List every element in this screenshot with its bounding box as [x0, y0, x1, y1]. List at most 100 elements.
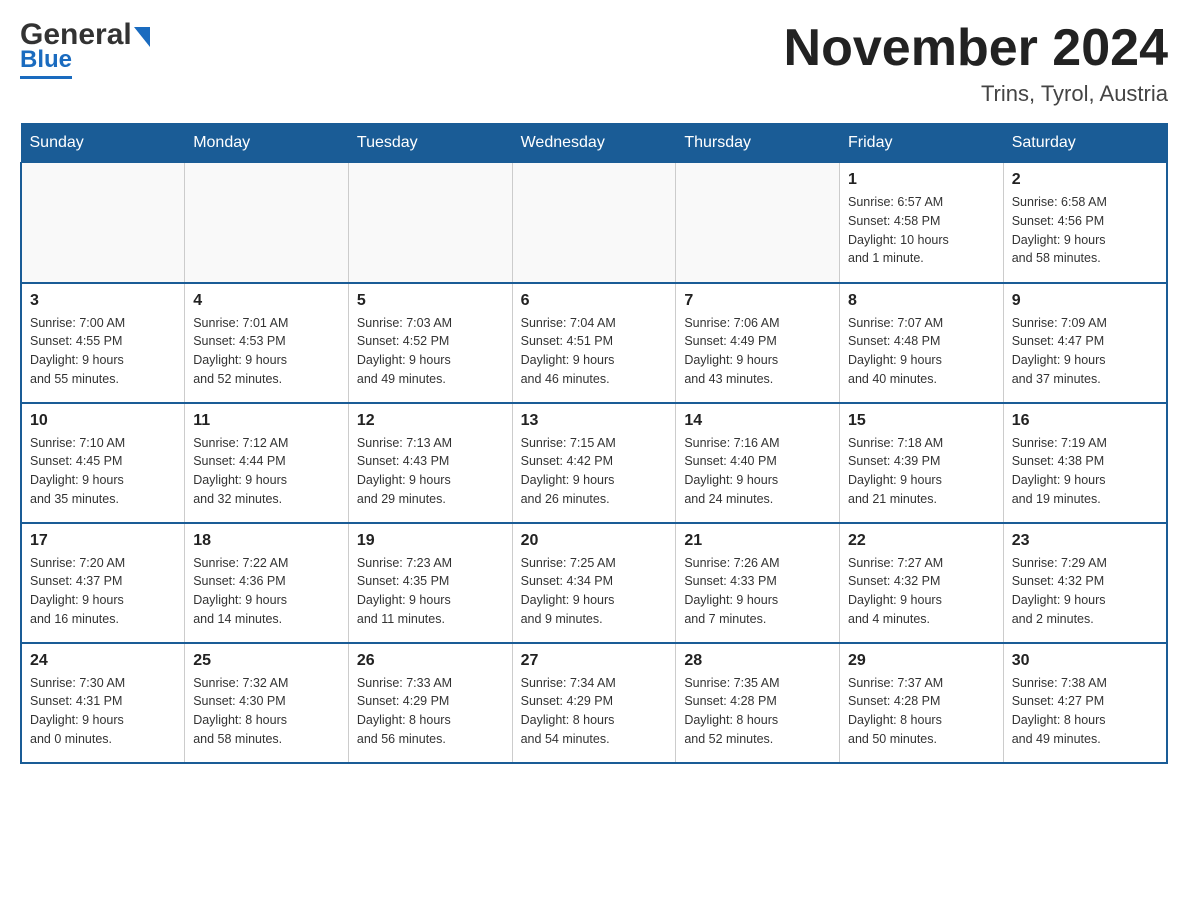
calendar-cell: [21, 163, 185, 283]
day-info: Sunrise: 7:26 AM Sunset: 4:33 PM Dayligh…: [684, 554, 831, 629]
day-info: Sunrise: 7:18 AM Sunset: 4:39 PM Dayligh…: [848, 434, 995, 509]
day-info: Sunrise: 6:58 AM Sunset: 4:56 PM Dayligh…: [1012, 193, 1158, 268]
day-number: 4: [193, 292, 340, 310]
day-number: 30: [1012, 652, 1158, 670]
calendar-cell: 24 Sunrise: 7:30 AM Sunset: 4:31 PM Dayli…: [21, 643, 185, 763]
month-title: November 2024: [784, 20, 1168, 77]
day-number: 11: [193, 412, 340, 430]
day-number: 16: [1012, 412, 1158, 430]
calendar-cell: [676, 163, 840, 283]
day-number: 28: [684, 652, 831, 670]
day-info: Sunrise: 7:19 AM Sunset: 4:38 PM Dayligh…: [1012, 434, 1158, 509]
calendar-cell: 5 Sunrise: 7:03 AM Sunset: 4:52 PM Daylig…: [348, 283, 512, 403]
day-header-thursday: Thursday: [676, 124, 840, 163]
day-number: 10: [30, 412, 176, 430]
calendar-cell: 9Sunrise: 7:09 AM Sunset: 4:47 PM Daylig…: [1003, 283, 1167, 403]
day-info: Sunrise: 7:35 AM Sunset: 4:28 PM Dayligh…: [684, 674, 831, 749]
day-number: 22: [848, 532, 995, 550]
logo: General Blue: [20, 20, 150, 79]
calendar-cell: 6 Sunrise: 7:04 AM Sunset: 4:51 PM Daylig…: [512, 283, 676, 403]
day-header-wednesday: Wednesday: [512, 124, 676, 163]
calendar-cell: 1 Sunrise: 6:57 AM Sunset: 4:58 PM Daylig…: [840, 163, 1004, 283]
day-info: Sunrise: 7:33 AM Sunset: 4:29 PM Dayligh…: [357, 674, 504, 749]
day-number: 20: [521, 532, 668, 550]
title-area: November 2024 Trins, Tyrol, Austria: [784, 20, 1168, 107]
calendar-cell: [185, 163, 349, 283]
calendar-cell: 16 Sunrise: 7:19 AM Sunset: 4:38 PM Dayli…: [1003, 403, 1167, 523]
calendar-cell: 12 Sunrise: 7:13 AM Sunset: 4:43 PM Dayli…: [348, 403, 512, 523]
day-number: 1: [848, 171, 995, 189]
day-number: 15: [848, 412, 995, 430]
day-number: 12: [357, 412, 504, 430]
day-info: Sunrise: 7:23 AM Sunset: 4:35 PM Dayligh…: [357, 554, 504, 629]
day-number: 3: [30, 292, 176, 310]
header: General Blue November 2024 Trins, Tyrol,…: [20, 20, 1168, 107]
location-title: Trins, Tyrol, Austria: [784, 81, 1168, 107]
calendar-header: SundayMondayTuesdayWednesdayThursdayFrid…: [21, 124, 1167, 163]
calendar-cell: 21 Sunrise: 7:26 AM Sunset: 4:33 PM Dayli…: [676, 523, 840, 643]
calendar-cell: 29 Sunrise: 7:37 AM Sunset: 4:28 PM Dayli…: [840, 643, 1004, 763]
day-info: Sunrise: 7:22 AM Sunset: 4:36 PM Dayligh…: [193, 554, 340, 629]
calendar-cell: 22Sunrise: 7:27 AM Sunset: 4:32 PM Dayli…: [840, 523, 1004, 643]
calendar-cell: 28 Sunrise: 7:35 AM Sunset: 4:28 PM Dayli…: [676, 643, 840, 763]
day-number: 24: [30, 652, 176, 670]
day-number: 29: [848, 652, 995, 670]
day-number: 5: [357, 292, 504, 310]
calendar-cell: 15 Sunrise: 7:18 AM Sunset: 4:39 PM Dayli…: [840, 403, 1004, 523]
calendar-cell: 23 Sunrise: 7:29 AM Sunset: 4:32 PM Dayli…: [1003, 523, 1167, 643]
calendar-cell: 8Sunrise: 7:07 AM Sunset: 4:48 PM Daylig…: [840, 283, 1004, 403]
day-info: Sunrise: 7:32 AM Sunset: 4:30 PM Dayligh…: [193, 674, 340, 749]
calendar-cell: [512, 163, 676, 283]
day-info: Sunrise: 7:09 AM Sunset: 4:47 PM Dayligh…: [1012, 314, 1158, 389]
day-info: Sunrise: 7:13 AM Sunset: 4:43 PM Dayligh…: [357, 434, 504, 509]
week-row-5: 24 Sunrise: 7:30 AM Sunset: 4:31 PM Dayli…: [21, 643, 1167, 763]
calendar-cell: 18Sunrise: 7:22 AM Sunset: 4:36 PM Dayli…: [185, 523, 349, 643]
calendar-table: SundayMondayTuesdayWednesdayThursdayFrid…: [20, 123, 1168, 764]
day-info: Sunrise: 7:04 AM Sunset: 4:51 PM Dayligh…: [521, 314, 668, 389]
calendar-cell: 3 Sunrise: 7:00 AM Sunset: 4:55 PM Daylig…: [21, 283, 185, 403]
day-info: Sunrise: 7:00 AM Sunset: 4:55 PM Dayligh…: [30, 314, 176, 389]
day-number: 7: [684, 292, 831, 310]
day-number: 6: [521, 292, 668, 310]
day-info: Sunrise: 7:30 AM Sunset: 4:31 PM Dayligh…: [30, 674, 176, 749]
day-info: Sunrise: 7:12 AM Sunset: 4:44 PM Dayligh…: [193, 434, 340, 509]
day-header-saturday: Saturday: [1003, 124, 1167, 163]
logo-arrow-icon: [134, 27, 150, 47]
calendar-cell: 30Sunrise: 7:38 AM Sunset: 4:27 PM Dayli…: [1003, 643, 1167, 763]
day-number: 25: [193, 652, 340, 670]
week-row-2: 3 Sunrise: 7:00 AM Sunset: 4:55 PM Daylig…: [21, 283, 1167, 403]
logo-blue-text: Blue: [20, 46, 72, 79]
day-info: Sunrise: 7:37 AM Sunset: 4:28 PM Dayligh…: [848, 674, 995, 749]
week-row-4: 17Sunrise: 7:20 AM Sunset: 4:37 PM Dayli…: [21, 523, 1167, 643]
day-info: Sunrise: 7:10 AM Sunset: 4:45 PM Dayligh…: [30, 434, 176, 509]
day-info: Sunrise: 7:16 AM Sunset: 4:40 PM Dayligh…: [684, 434, 831, 509]
day-info: Sunrise: 7:20 AM Sunset: 4:37 PM Dayligh…: [30, 554, 176, 629]
calendar-cell: 4 Sunrise: 7:01 AM Sunset: 4:53 PM Daylig…: [185, 283, 349, 403]
day-number: 26: [357, 652, 504, 670]
week-row-1: 1 Sunrise: 6:57 AM Sunset: 4:58 PM Daylig…: [21, 163, 1167, 283]
day-header-tuesday: Tuesday: [348, 124, 512, 163]
calendar-body: 1 Sunrise: 6:57 AM Sunset: 4:58 PM Daylig…: [21, 163, 1167, 763]
day-info: Sunrise: 7:29 AM Sunset: 4:32 PM Dayligh…: [1012, 554, 1158, 629]
day-info: Sunrise: 7:25 AM Sunset: 4:34 PM Dayligh…: [521, 554, 668, 629]
calendar-cell: 17Sunrise: 7:20 AM Sunset: 4:37 PM Dayli…: [21, 523, 185, 643]
calendar-cell: 19 Sunrise: 7:23 AM Sunset: 4:35 PM Dayli…: [348, 523, 512, 643]
week-row-3: 10 Sunrise: 7:10 AM Sunset: 4:45 PM Dayli…: [21, 403, 1167, 523]
day-info: Sunrise: 7:01 AM Sunset: 4:53 PM Dayligh…: [193, 314, 340, 389]
day-info: Sunrise: 7:03 AM Sunset: 4:52 PM Dayligh…: [357, 314, 504, 389]
day-header-monday: Monday: [185, 124, 349, 163]
calendar-cell: 25 Sunrise: 7:32 AM Sunset: 4:30 PM Dayli…: [185, 643, 349, 763]
day-header-friday: Friday: [840, 124, 1004, 163]
day-header-sunday: Sunday: [21, 124, 185, 163]
calendar-cell: 20 Sunrise: 7:25 AM Sunset: 4:34 PM Dayli…: [512, 523, 676, 643]
calendar-cell: 26 Sunrise: 7:33 AM Sunset: 4:29 PM Dayli…: [348, 643, 512, 763]
day-number: 2: [1012, 171, 1158, 189]
day-number: 23: [1012, 532, 1158, 550]
day-number: 19: [357, 532, 504, 550]
day-number: 27: [521, 652, 668, 670]
calendar-cell: 10 Sunrise: 7:10 AM Sunset: 4:45 PM Dayli…: [21, 403, 185, 523]
calendar-cell: [348, 163, 512, 283]
day-info: Sunrise: 6:57 AM Sunset: 4:58 PM Dayligh…: [848, 193, 995, 268]
day-number: 21: [684, 532, 831, 550]
day-info: Sunrise: 7:15 AM Sunset: 4:42 PM Dayligh…: [521, 434, 668, 509]
